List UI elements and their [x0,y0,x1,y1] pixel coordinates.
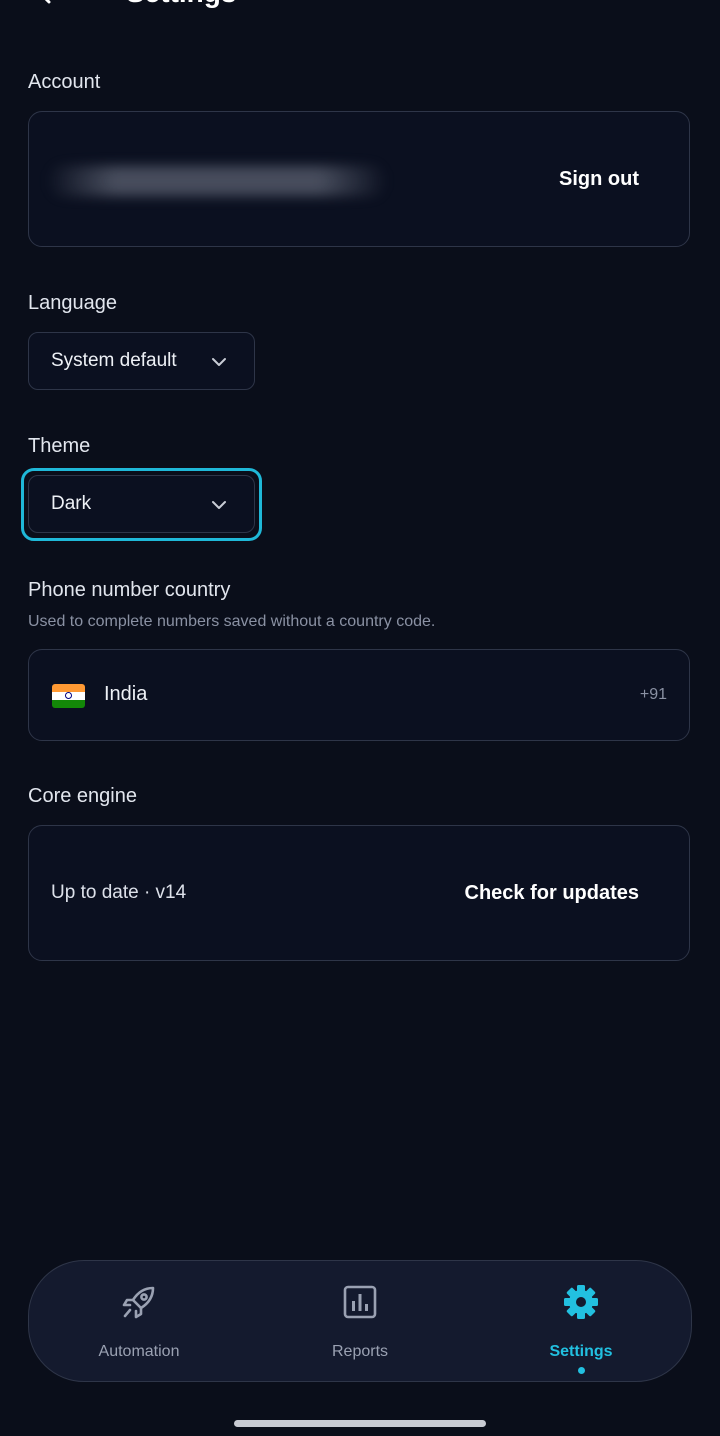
phone-country-description: Used to complete numbers saved without a… [28,613,436,630]
chevron-down-icon [212,358,226,366]
nav-item-automation[interactable]: Automation [39,1261,239,1381]
core-engine-status: Up to date · v14 [51,882,187,903]
account-card: Sign out [28,111,690,247]
chevron-left-icon [44,0,51,4]
language-select[interactable]: System default [28,332,255,390]
header: Settings [0,0,720,18]
bar-chart-icon [343,1285,377,1319]
check-for-updates-button[interactable]: Check for updates [465,882,639,905]
page-title: Settings [126,0,236,8]
language-label: Language [28,292,117,314]
nav-item-label: Automation [98,1343,180,1360]
core-engine-card: Up to date · v14 Check for updates [28,825,690,961]
phone-country-name: India [104,683,148,705]
account-label: Account [28,71,101,93]
nav-item-settings[interactable]: Settings [481,1261,681,1381]
rocket-icon [122,1286,155,1319]
nav-item-reports[interactable]: Reports [260,1261,460,1381]
chevron-down-icon [212,501,226,509]
account-email-redacted [47,166,387,196]
home-indicator[interactable] [234,1420,486,1427]
active-indicator-dot [578,1367,585,1374]
language-value: System default [51,350,177,371]
india-flag-icon [52,684,85,708]
nav-item-label: Settings [549,1343,613,1360]
nav-item-label: Reports [331,1343,389,1360]
phone-country-dial-code: +91 [639,686,667,703]
theme-select[interactable]: Dark [28,475,255,533]
sign-out-button[interactable]: Sign out [559,168,639,191]
core-engine-label: Core engine [28,785,137,807]
theme-value: Dark [51,493,92,514]
phone-country-label: Phone number country [28,579,231,601]
bottom-navigation: Automation Reports Settings [28,1260,692,1382]
back-button[interactable] [30,0,60,8]
theme-label: Theme [28,435,91,457]
gear-icon [564,1285,598,1319]
phone-country-select[interactable]: India +91 [28,649,690,741]
